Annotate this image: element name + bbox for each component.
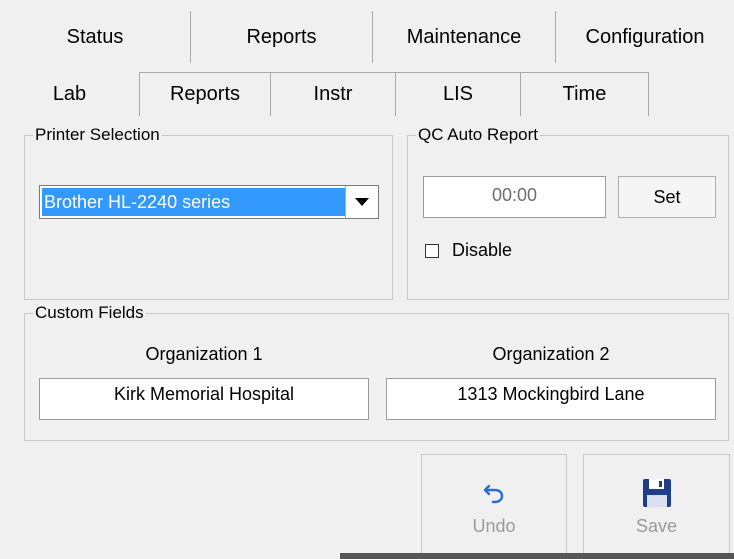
- disable-checkbox[interactable]: [425, 244, 439, 258]
- tab-maintenance[interactable]: Maintenance: [373, 11, 556, 63]
- bottom-divider: [340, 553, 734, 559]
- qc-auto-report-title: QC Auto Report: [416, 125, 541, 145]
- set-button[interactable]: Set: [618, 176, 716, 218]
- qc-auto-report-group: QC Auto Report 00:00 Set Disable: [407, 125, 729, 300]
- top-tab-bar: Status Reports Maintenance Configuration: [0, 11, 734, 63]
- subtab-lis[interactable]: LIS: [396, 72, 521, 116]
- organization-1-input[interactable]: Kirk Memorial Hospital: [39, 378, 369, 420]
- printer-select[interactable]: Brother HL-2240 series: [39, 185, 379, 219]
- disable-label: Disable: [452, 240, 513, 260]
- qc-time-input[interactable]: 00:00: [423, 176, 606, 218]
- printer-selected-value: Brother HL-2240 series: [42, 188, 345, 216]
- dropdown-arrow-button[interactable]: [345, 186, 378, 218]
- undo-button[interactable]: Undo: [421, 454, 567, 559]
- undo-label: Undo: [472, 516, 516, 536]
- chevron-down-icon: [355, 198, 369, 206]
- custom-fields-title: Custom Fields: [33, 303, 146, 323]
- sub-tab-bar: Lab Reports Instr LIS Time: [0, 72, 649, 116]
- reports-config-panel: Printer Selection Brother HL-2240 series…: [10, 113, 729, 443]
- subtab-instr[interactable]: Instr: [271, 72, 396, 116]
- subtab-lab[interactable]: Lab: [0, 72, 140, 116]
- tab-reports[interactable]: Reports: [191, 11, 373, 63]
- printer-selection-title: Printer Selection: [33, 125, 162, 145]
- tab-status[interactable]: Status: [0, 11, 191, 63]
- subtab-time[interactable]: Time: [521, 72, 649, 116]
- printer-selection-group: Printer Selection Brother HL-2240 series: [24, 125, 393, 300]
- save-label: Save: [635, 516, 678, 536]
- save-button[interactable]: Save: [583, 454, 730, 559]
- organization-2-label: Organization 2: [492, 344, 610, 364]
- undo-arrow-icon: [481, 476, 507, 510]
- subtab-reports[interactable]: Reports: [140, 72, 271, 116]
- custom-fields-group: Custom Fields Organization 1 Organizatio…: [24, 303, 729, 441]
- tab-configuration[interactable]: Configuration: [556, 11, 734, 63]
- organization-1-label: Organization 1: [145, 344, 263, 364]
- organization-2-input[interactable]: 1313 Mockingbird Lane: [386, 378, 716, 420]
- floppy-disk-icon: [641, 476, 673, 510]
